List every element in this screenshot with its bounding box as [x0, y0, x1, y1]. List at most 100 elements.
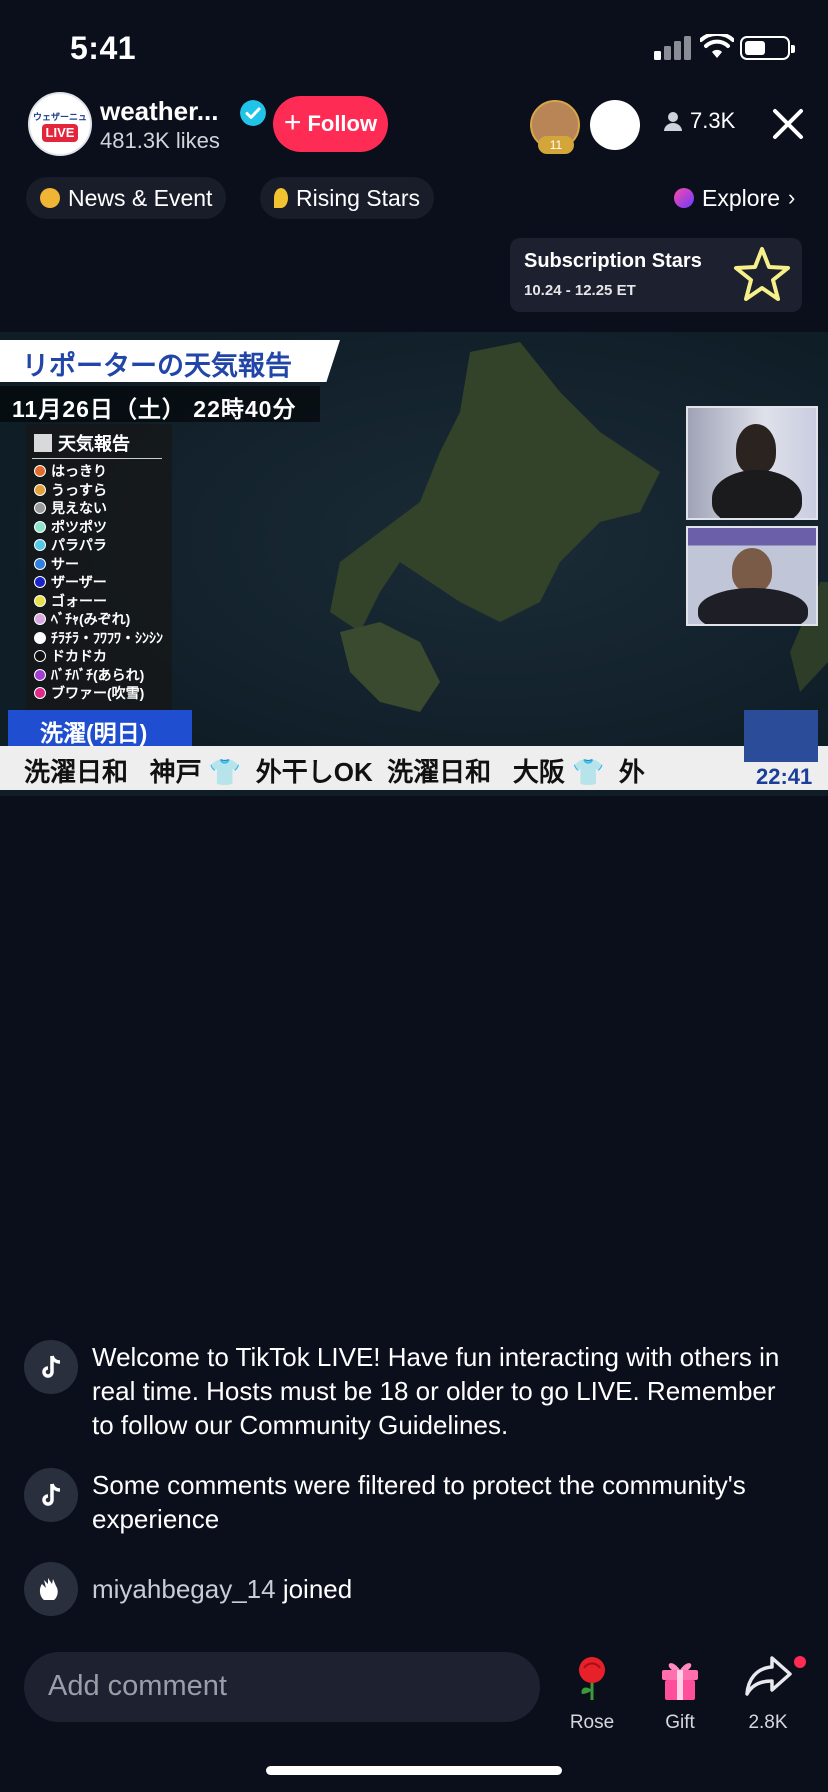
legend-item: 見えない [34, 499, 163, 518]
gift-icon [662, 1663, 698, 1700]
rose-button[interactable]: Rose [557, 1654, 627, 1744]
legend-color-dot [34, 502, 46, 515]
weather-legend: 天気報告 はっきり うっすら 見えない ポツポツ パラパラ サー ザーザー ゴォーー ﾍﾞﾁｬ(… [26, 424, 172, 710]
person-icon [664, 112, 682, 131]
category-explore[interactable]: Explore › [660, 177, 809, 219]
category-news-event[interactable]: News & Event [26, 177, 227, 219]
follow-label: Follow [307, 111, 378, 136]
flame-icon [274, 188, 288, 208]
subscription-dates: 10.24 - 12.25 ET [524, 282, 636, 299]
chat-message-welcome: Welcome to TikTok LIVE! Have fun interac… [24, 1340, 804, 1450]
legend-label: うっすら [51, 481, 107, 498]
wave-icon [24, 1562, 78, 1616]
star-icon [734, 247, 790, 301]
legend-color-dot [34, 465, 46, 478]
rose-label: Rose [569, 1712, 615, 1733]
hashtag-icon [40, 188, 60, 208]
broadcast-clock: 22:41 [756, 764, 813, 789]
legend-label: パラパラ [51, 537, 107, 554]
legend-item: ﾁﾗﾁﾗ・ﾌﾜﾌﾜ・ｼﾝｼﾝ [34, 629, 163, 648]
legend-label: ﾍﾞﾁｬ(みぞれ) [51, 611, 131, 628]
host-likes: 481.3K likes [100, 128, 220, 153]
share-icon [745, 1656, 792, 1696]
close-icon[interactable] [770, 106, 806, 142]
chevron-right-icon: › [787, 185, 796, 210]
verified-badge-icon [240, 100, 266, 126]
broadcast-date: 11月26日（土） 22時40分 [12, 396, 297, 422]
category-label: Rising Stars [296, 184, 420, 211]
legend-item: ブワァー(吹雪) [34, 684, 163, 703]
plus-icon: + [283, 105, 302, 139]
sun-icon [34, 434, 52, 452]
legend-color-dot [34, 631, 46, 644]
host-name[interactable]: weather... [100, 96, 219, 127]
avatar-live-badge: LIVE [42, 124, 78, 142]
reporter-camera-1 [686, 406, 818, 520]
broadcast-title: リポーターの天気報告 [22, 351, 292, 381]
subscription-title: Subscription Stars [524, 250, 702, 272]
viewer-avatar[interactable] [590, 100, 640, 150]
cellular-signal-icon [654, 36, 691, 60]
legend-item: ﾍﾞﾁｬ(みぞれ) [34, 610, 163, 629]
legend-color-dot [34, 613, 46, 626]
chat-message-joined: miyahbegay_14 joined [24, 1562, 804, 1618]
legend-label: はっきり [51, 463, 107, 480]
tiktok-icon [24, 1468, 78, 1522]
legend-label: ﾊﾞﾁﾊﾞﾁ(あられ) [51, 666, 145, 683]
legend-item: ゴォーー [34, 592, 163, 611]
channel-logo [744, 710, 818, 762]
legend-label: ポツポツ [51, 518, 107, 535]
chat-text: Some comments were filtered to protect t… [92, 1470, 746, 1534]
share-button[interactable]: 2.8K [733, 1654, 803, 1744]
notification-dot [794, 1656, 806, 1668]
status-time: 5:41 [70, 30, 137, 66]
ticker-tag: 洗濯(明日) [40, 720, 148, 746]
legend-label: ブワァー(吹雪) [51, 685, 145, 702]
legend-color-dot [34, 594, 46, 607]
subscription-stars-banner[interactable]: Subscription Stars 10.24 - 12.25 ET [510, 238, 802, 312]
legend-item: ポツポツ [34, 518, 163, 537]
legend-color-dot [34, 668, 46, 681]
legend-item: はっきり [34, 462, 163, 481]
planet-icon [674, 188, 694, 208]
legend-color-dot [34, 520, 46, 533]
legend-label: ザーザー [51, 574, 107, 591]
legend-color-dot [34, 557, 46, 570]
legend-item: ドカドカ [34, 647, 163, 666]
legend-item: パラパラ [34, 536, 163, 555]
legend-color-dot [34, 576, 46, 589]
gift-button[interactable]: Gift [645, 1654, 715, 1744]
ticker-text: 洗濯日和 神戸 👕 外干しOK 洗濯日和 大阪 👕 外 [24, 757, 645, 787]
gift-label: Gift [665, 1712, 695, 1733]
top-viewer-avatar[interactable]: 11 [530, 100, 580, 154]
follow-button[interactable]: + Follow [273, 96, 388, 152]
chat-text: miyahbegay_14 joined [92, 1572, 352, 1606]
share-count: 2.8K [748, 1712, 788, 1733]
legend-label: サー [51, 555, 79, 572]
chat-text: Welcome to TikTok LIVE! Have fun interac… [92, 1342, 780, 1440]
home-indicator[interactable] [266, 1766, 562, 1775]
viewer-rank-badge: 11 [538, 136, 574, 154]
legend-label: 見えない [51, 500, 107, 517]
add-comment-input[interactable]: Add comment [24, 1652, 540, 1722]
legend-color-dot [34, 483, 46, 496]
live-video[interactable]: リポーターの天気報告 11月26日（土） 22時40分 天気報告 はっきり うっす… [0, 332, 828, 796]
legend-label: ゴォーー [51, 592, 107, 609]
legend-item: サー [34, 555, 163, 574]
legend-item: ザーザー [34, 573, 163, 592]
category-label: Explore [702, 184, 780, 211]
legend-color-dot [34, 539, 46, 552]
battery-icon [740, 36, 795, 60]
legend-item: うっすら [34, 481, 163, 500]
wifi-icon [700, 34, 734, 58]
host-avatar[interactable]: ウェザーニュース LIVE [28, 92, 92, 156]
viewer-count[interactable]: 7.3K [664, 108, 735, 134]
category-label: News & Event [68, 184, 213, 211]
category-rising-stars[interactable]: Rising Stars [260, 177, 434, 219]
chat-username[interactable]: miyahbegay_14 [92, 1574, 276, 1604]
rose-icon [579, 1657, 605, 1700]
chat-message-filtered: Some comments were filtered to protect t… [24, 1468, 804, 1544]
legend-color-dot [34, 687, 46, 700]
legend-color-dot [34, 650, 46, 663]
chat-action: joined [282, 1574, 353, 1604]
